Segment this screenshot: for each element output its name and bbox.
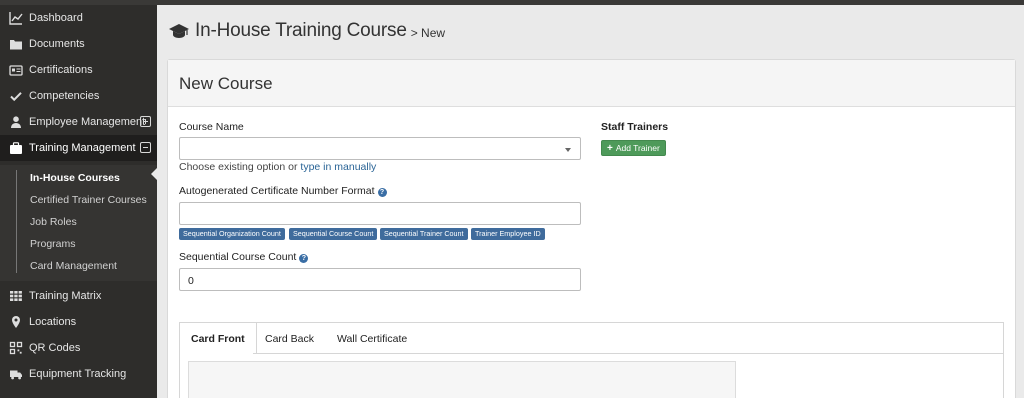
briefcase-icon: [9, 141, 23, 155]
tag-trainer-employee-id[interactable]: Trainer Employee ID: [471, 228, 545, 240]
id-card-icon: [9, 63, 23, 77]
truck-icon: [9, 367, 23, 381]
sidebar-item-label: Employee Management: [29, 116, 146, 128]
add-trainer-label: Add Trainer: [615, 143, 660, 153]
subitem-programs[interactable]: Programs: [30, 234, 76, 254]
hint-text: Choose existing option or: [179, 161, 298, 173]
sidebar-item-locations[interactable]: Locations: [0, 309, 157, 335]
sidebar-item-employee-management[interactable]: Employee Management: [0, 109, 157, 135]
active-pointer: [151, 168, 157, 180]
submenu-rail: [16, 170, 17, 273]
sidebar-item-label: Competencies: [29, 90, 100, 102]
course-name-select[interactable]: [179, 137, 581, 160]
panel-header: New Course: [168, 60, 1015, 107]
sidebar-item-label: Certifications: [29, 64, 93, 76]
user-icon: [9, 115, 23, 129]
sidebar-item-label: Locations: [29, 316, 77, 328]
cert-format-label-text: Autogenerated Certificate Number Format: [179, 185, 375, 197]
sequential-count-label-text: Sequential Course Count: [179, 251, 297, 263]
sidebar-item-label: Training Matrix: [29, 290, 102, 302]
tab-card-front[interactable]: Card Front: [180, 323, 257, 354]
folder-icon: [9, 37, 23, 51]
page-title: In-House Training Course > New: [168, 17, 445, 45]
sidebar: Dashboard Documents Certifications Compe…: [0, 5, 157, 398]
course-name-hint: Choose existing option or type in manual…: [179, 161, 376, 173]
subitem-in-house-courses[interactable]: In-House Courses: [30, 168, 120, 188]
cert-format-input[interactable]: [179, 202, 581, 225]
graduation-cap-icon: [169, 24, 189, 38]
map-pin-icon: [9, 315, 23, 329]
course-name-label: Course Name: [179, 121, 244, 133]
subitem-card-management[interactable]: Card Management: [30, 256, 117, 276]
type-manually-link[interactable]: type in manually: [300, 161, 376, 173]
help-icon[interactable]: ?: [377, 188, 387, 197]
plus-icon: +: [607, 142, 613, 154]
breadcrumb: > New: [410, 26, 446, 40]
sidebar-item-competencies[interactable]: Competencies: [0, 83, 157, 109]
subitem-certified-trainer-courses[interactable]: Certified Trainer Courses: [30, 190, 147, 210]
tag-sequential-course-count[interactable]: Sequential Course Count: [289, 228, 378, 240]
sequential-count-input[interactable]: 0: [179, 268, 581, 291]
sidebar-item-certifications[interactable]: Certifications: [0, 57, 157, 83]
grid-icon: [9, 289, 23, 303]
chevron-down-icon: [565, 148, 571, 152]
collapse-icon[interactable]: [140, 142, 151, 153]
sidebar-item-qr-codes[interactable]: QR Codes: [0, 335, 157, 361]
cert-format-label: Autogenerated Certificate Number Format?: [179, 185, 387, 197]
sequential-count-value: 0: [188, 275, 194, 287]
tab-wall-certificate[interactable]: Wall Certificate: [326, 323, 418, 354]
tag-sequential-trainer-count[interactable]: Sequential Trainer Count: [380, 228, 468, 240]
sidebar-item-training-matrix[interactable]: Training Matrix: [0, 283, 157, 309]
card-preview: [188, 361, 736, 398]
training-submenu: In-House Courses Certified Trainer Cours…: [0, 165, 157, 281]
card-tabs: Card Front Card Back Wall Certificate: [179, 322, 1004, 398]
chart-icon: [9, 11, 23, 25]
page-title-text: In-House Training Course: [195, 20, 407, 41]
sidebar-item-training-management[interactable]: Training Management: [0, 135, 157, 161]
check-icon: [9, 89, 23, 103]
sidebar-item-dashboard[interactable]: Dashboard: [0, 5, 157, 31]
expand-icon[interactable]: [140, 116, 151, 127]
sidebar-item-label: QR Codes: [29, 342, 81, 354]
sidebar-item-documents[interactable]: Documents: [0, 31, 157, 57]
subitem-job-roles[interactable]: Job Roles: [30, 212, 77, 232]
qr-code-icon: [9, 341, 23, 355]
tab-divider: [253, 353, 1004, 354]
sequential-count-label: Sequential Course Count?: [179, 251, 309, 263]
sidebar-item-label: Documents: [29, 38, 85, 50]
sidebar-item-equipment-tracking[interactable]: Equipment Tracking: [0, 361, 157, 387]
help-icon[interactable]: ?: [299, 254, 309, 263]
sidebar-item-label: Training Management: [29, 142, 136, 154]
tag-sequential-organization-count[interactable]: Sequential Organization Count: [179, 228, 285, 240]
sidebar-item-label: Dashboard: [29, 12, 83, 24]
panel-title: New Course: [179, 74, 273, 93]
add-trainer-button[interactable]: + Add Trainer: [601, 140, 666, 156]
staff-trainers-heading: Staff Trainers: [601, 121, 669, 133]
sidebar-item-label: Equipment Tracking: [29, 368, 127, 380]
tab-card-back[interactable]: Card Back: [254, 323, 325, 354]
